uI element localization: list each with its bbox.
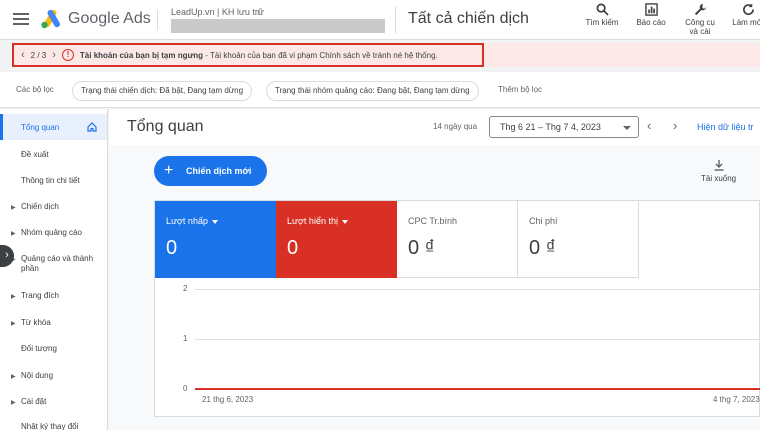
sidebar-item-change-history[interactable]: Nhật ký thay đổi <box>0 419 107 430</box>
alert-background <box>484 43 760 67</box>
caret-right-icon: ▶ <box>11 400 16 406</box>
wrench-icon <box>694 3 706 16</box>
reports-tool-button[interactable]: Báo cáo <box>632 3 670 27</box>
warning-icon: ! <box>61 49 74 61</box>
dropdown-arrow-icon[interactable] <box>211 219 218 224</box>
home-icon <box>87 122 97 132</box>
overview-title: Tổng quan <box>127 118 204 135</box>
next-period-button[interactable]: › <box>673 118 677 133</box>
performance-chart: 2 1 0 21 thg 6, 2023 4 thg 7, 2023 <box>155 278 760 418</box>
show-data-link[interactable]: Hiện dữ liệu tr <box>697 122 754 132</box>
alert-detail: - Tài khoản của bạn đã vi phạm Chính sác… <box>203 50 438 60</box>
sidebar-item-settings[interactable]: ▶ Cài đặt <box>0 392 107 412</box>
brand-name: Google Ads <box>68 10 151 27</box>
google-ads-logo-icon <box>41 9 60 29</box>
search-icon <box>596 3 609 16</box>
tools-settings-button[interactable]: Công cụ và cài <box>680 3 720 36</box>
adgroup-status-filter-chip[interactable]: Trạng thái nhóm quảng cáo: Đang bật, Đan… <box>266 81 479 101</box>
metric-cost[interactable]: Chi phí 0 ₫ <box>518 201 639 278</box>
suspension-alert: ‹ 2 / 3 › ! Tài khoản của bạn bị tạm ngư… <box>12 43 484 67</box>
sidebar-item-ads-assets[interactable]: ▶ Quảng cáo và thành phần <box>0 249 107 279</box>
chevron-left-icon[interactable]: ‹ <box>21 49 25 61</box>
main-header: Tổng quan 14 ngày qua Thg 6 21 – Thg 7 4… <box>109 109 760 145</box>
download-icon <box>714 160 724 171</box>
caret-right-icon: ▶ <box>11 231 16 237</box>
sidebar-item-campaigns[interactable]: ▶ Chiến dịch <box>0 197 107 217</box>
caret-right-icon: ▶ <box>11 321 16 327</box>
y-tick-label: 1 <box>183 334 188 343</box>
caret-right-icon: ▶ <box>11 294 16 300</box>
sidebar-item-overview[interactable]: Tổng quan <box>0 114 107 140</box>
sidebar-item-recommendations[interactable]: Đề xuất <box>0 145 107 165</box>
dropdown-arrow-icon[interactable] <box>341 219 348 224</box>
alert-message: Tài khoản của bạn bị tạm ngưng - Tài kho… <box>80 51 438 60</box>
filter-bar: Các bộ lọc Trạng thái chiến dịch: Đã bật… <box>0 72 760 108</box>
x-tick-label: 21 thg 6, 2023 <box>202 395 254 404</box>
redacted-account-id <box>171 19 385 33</box>
grid-line <box>195 289 760 290</box>
reports-icon <box>644 3 658 16</box>
new-campaign-button[interactable]: + Chiến dịch mới <box>154 156 267 186</box>
date-range-selector[interactable]: Thg 6 21 – Thg 7 4, 2023 <box>489 116 639 138</box>
sidebar-item-insights[interactable]: Thông tin chi tiết <box>0 171 107 191</box>
sidebar-item-keywords[interactable]: ▶ Từ khóa <box>0 313 107 333</box>
sidebar-item-ad-groups[interactable]: ▶ Nhóm quảng cáo <box>0 223 107 243</box>
search-tool-button[interactable]: Tìm kiếm <box>583 3 621 27</box>
alert-title: Tài khoản của bạn bị tạm ngưng <box>79 50 204 60</box>
series-line <box>195 388 760 390</box>
performance-card: Lượt nhấp 0 Lượt hiển thị 0 CPC Tr.bình … <box>154 200 760 417</box>
previous-period-button[interactable]: ‹ <box>647 118 651 133</box>
sidebar: Tổng quan Đề xuất Thông tin chi tiết ▶ Ch… <box>0 109 108 430</box>
x-tick-label: 4 thg 7, 2023 <box>713 395 760 404</box>
refresh-icon <box>742 3 754 16</box>
account-name[interactable]: LeadUp.vn | KH lưu trữ <box>171 7 264 17</box>
chevron-right-icon[interactable]: › <box>257 7 260 18</box>
top-bar: Google Ads LeadUp.vn | KH lưu trữ › Tất … <box>0 0 760 40</box>
grid-line <box>195 339 760 340</box>
caret-right-icon: ▶ <box>11 205 16 211</box>
header-divider <box>157 10 158 30</box>
sidebar-item-landing-pages[interactable]: ▶ Trang đích <box>0 286 107 306</box>
header-divider-2 <box>395 6 396 34</box>
filters-label: Các bộ lọc <box>16 85 54 94</box>
hamburger-menu-icon[interactable] <box>13 13 29 25</box>
active-indicator <box>0 114 3 140</box>
metric-avg-cpc[interactable]: CPC Tr.bình 0 ₫ <box>397 201 518 278</box>
add-filter-button[interactable]: Thêm bộ lọc <box>498 85 542 94</box>
page-title: Tất cả chiến dịch <box>408 10 529 27</box>
y-tick-label: 2 <box>183 284 188 293</box>
y-tick-label: 0 <box>183 384 188 393</box>
metric-clicks[interactable]: Lượt nhấp 0 <box>155 201 276 278</box>
sidebar-item-content[interactable]: ▶ Nội dung <box>0 366 107 386</box>
chevron-right-icon[interactable]: › <box>52 49 56 61</box>
sidebar-item-audiences[interactable]: Đối tượng <box>0 339 107 359</box>
alert-counter: 2 / 3 <box>30 50 47 60</box>
overview-content: + Chiến dịch mới Tải xuống Lượt nhấp 0 L… <box>109 145 760 430</box>
caret-down-icon <box>623 126 631 130</box>
plus-icon: + <box>164 162 174 179</box>
metric-impressions[interactable]: Lượt hiển thị 0 <box>276 201 397 278</box>
date-range-label: 14 ngày qua <box>433 122 478 131</box>
caret-right-icon: ▶ <box>11 374 16 380</box>
campaign-status-filter-chip[interactable]: Trạng thái chiến dịch: Đã bật, Đang tạm … <box>72 81 253 101</box>
download-button[interactable]: Tải xuống <box>701 159 736 183</box>
refresh-tool-button[interactable]: Làm mới <box>728 3 760 27</box>
